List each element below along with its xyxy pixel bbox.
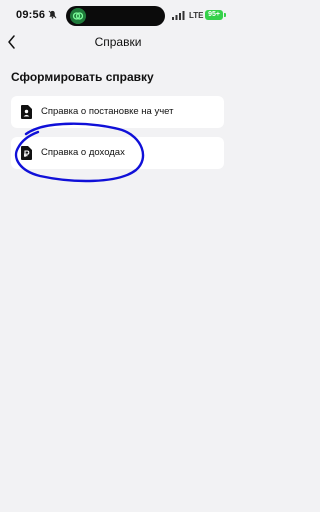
network-type: LTE — [189, 11, 204, 20]
money-document-icon — [21, 146, 32, 160]
signal-icon — [172, 11, 185, 20]
section-title: Сформировать справку — [11, 70, 154, 84]
page-title: Справки — [94, 35, 142, 49]
battery-indicator: 95+ — [205, 10, 226, 20]
person-document-icon — [21, 105, 32, 119]
status-time: 09:56 — [16, 9, 46, 21]
list-item-label: Справка о постановке на учет — [41, 106, 174, 117]
app-logo-icon — [70, 8, 86, 24]
dynamic-island — [66, 6, 165, 26]
nav-bar: Справки — [0, 30, 236, 54]
certificate-registration-item[interactable]: Справка о постановке на учет — [11, 96, 224, 128]
income-certificate-item[interactable]: Справка о доходах — [11, 137, 224, 169]
bell-muted-icon — [48, 10, 57, 19]
list-item-label: Справка о доходах — [41, 147, 125, 158]
status-bar: 09:56 LTE 95+ — [0, 0, 236, 30]
